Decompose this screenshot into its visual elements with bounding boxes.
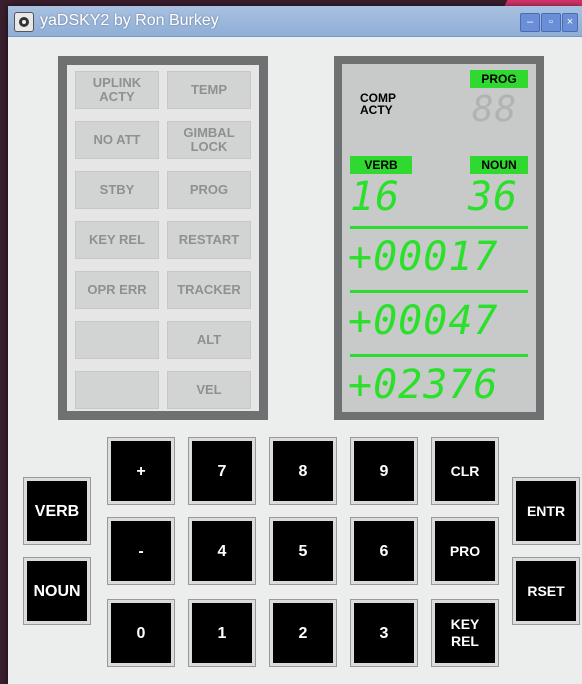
three-key[interactable]: 3 bbox=[350, 599, 418, 667]
caution-lamp-face: UPLINK ACTY TEMP NO ATT GIMBAL LOCK STBY… bbox=[67, 65, 259, 411]
plus-key[interactable]: + bbox=[107, 437, 175, 505]
lamp-alt: ALT bbox=[167, 321, 251, 359]
register-separator-2 bbox=[350, 290, 528, 293]
noun-digits: 36 bbox=[468, 174, 519, 220]
register-separator-3 bbox=[350, 354, 528, 357]
noun-label: NOUN bbox=[470, 156, 528, 174]
lamp-tracker: TRACKER bbox=[167, 271, 251, 309]
title-bar[interactable]: yaDSKY2 by Ron Burkey – ▫ × bbox=[8, 6, 582, 37]
lamp-prog: PROG bbox=[167, 171, 251, 209]
clr-key[interactable]: CLR bbox=[431, 437, 499, 505]
lamp-blank-1 bbox=[75, 321, 159, 359]
verb-key[interactable]: VERB bbox=[23, 477, 91, 545]
numeric-display-panel: COMP ACTY PROG 88 VERB NOUN 16 36 +00017… bbox=[334, 56, 544, 420]
prog-digits: 88 bbox=[472, 89, 518, 130]
zero-key[interactable]: 0 bbox=[107, 599, 175, 667]
maximize-icon[interactable]: ▫ bbox=[541, 13, 561, 32]
five-key[interactable]: 5 bbox=[269, 517, 337, 585]
lamp-restart: RESTART bbox=[167, 221, 251, 259]
close-icon[interactable]: × bbox=[562, 13, 578, 32]
lamp-temp: TEMP bbox=[167, 71, 251, 109]
lamp-stby: STBY bbox=[75, 171, 159, 209]
lamp-vel: VEL bbox=[167, 371, 251, 409]
rset-key[interactable]: RSET bbox=[512, 557, 580, 625]
app-icon bbox=[14, 12, 34, 32]
register-separator-1 bbox=[350, 226, 528, 229]
six-key[interactable]: 6 bbox=[350, 517, 418, 585]
numeric-display-face: COMP ACTY PROG 88 VERB NOUN 16 36 +00017… bbox=[342, 64, 536, 412]
register-3-digits: +02376 bbox=[348, 362, 499, 408]
four-key[interactable]: 4 bbox=[188, 517, 256, 585]
entr-key[interactable]: ENTR bbox=[512, 477, 580, 545]
lamp-no-att: NO ATT bbox=[75, 121, 159, 159]
app-window: yaDSKY2 by Ron Burkey – ▫ × UPLINK ACTY … bbox=[8, 6, 582, 684]
lamp-uplink-acty: UPLINK ACTY bbox=[75, 71, 159, 109]
register-1-digits: +00017 bbox=[348, 234, 499, 280]
nine-key[interactable]: 9 bbox=[350, 437, 418, 505]
two-key[interactable]: 2 bbox=[269, 599, 337, 667]
pro-key[interactable]: PRO bbox=[431, 517, 499, 585]
key-rel-key[interactable]: KEY REL bbox=[431, 599, 499, 667]
lamp-opr-err: OPR ERR bbox=[75, 271, 159, 309]
minimize-icon[interactable]: – bbox=[520, 13, 540, 32]
one-key[interactable]: 1 bbox=[188, 599, 256, 667]
prog-label: PROG bbox=[470, 70, 528, 88]
comp-acty-indicator: COMP ACTY bbox=[350, 82, 414, 134]
noun-key[interactable]: NOUN bbox=[23, 557, 91, 625]
verb-digits: 16 bbox=[350, 174, 401, 220]
register-2-digits: +00047 bbox=[348, 298, 499, 344]
eight-key[interactable]: 8 bbox=[269, 437, 337, 505]
lamp-key-rel: KEY REL bbox=[75, 221, 159, 259]
window-title: yaDSKY2 by Ron Burkey bbox=[40, 12, 219, 29]
seven-key[interactable]: 7 bbox=[188, 437, 256, 505]
lamp-gimbal-lock: GIMBAL LOCK bbox=[167, 121, 251, 159]
caution-lamp-panel: UPLINK ACTY TEMP NO ATT GIMBAL LOCK STBY… bbox=[58, 56, 268, 420]
verb-label: VERB bbox=[350, 156, 412, 174]
minus-key[interactable]: - bbox=[107, 517, 175, 585]
lamp-blank-2 bbox=[75, 371, 159, 409]
